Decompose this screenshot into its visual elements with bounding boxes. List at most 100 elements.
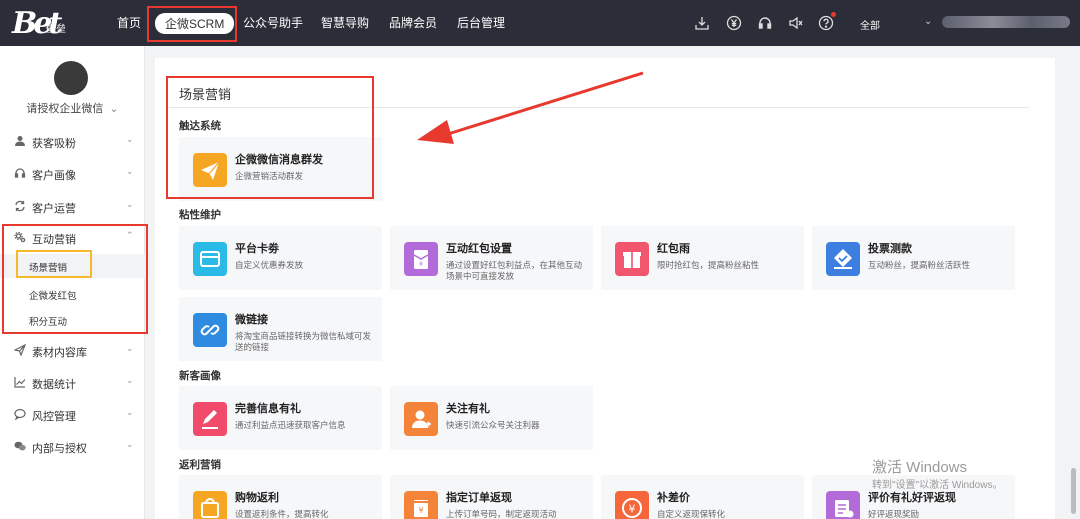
card-description: 通过利益点迅速获取客户信息 (235, 420, 346, 430)
card-description: 自定义返现保转化 (657, 509, 726, 519)
interactive-marketing-highlight-box (2, 224, 148, 334)
nav-home[interactable]: 首页 (117, 14, 141, 31)
card-red-packet-rain[interactable]: 红包雨 限时抢红包，提高粉丝粘性 (601, 226, 804, 290)
chevron-down-icon: ⌄ (126, 375, 134, 385)
wechat-icon (14, 440, 26, 452)
card-description: 自定义优惠券发放 (235, 260, 304, 270)
chevron-down-icon: ⌄ (126, 439, 134, 449)
card-description: 将淘宝商品链接转换为微信私域可发送的链接 (235, 331, 372, 352)
red-packet-icon: ¥ (404, 242, 438, 276)
svg-text:¥: ¥ (629, 503, 636, 516)
speaker-icon[interactable] (788, 15, 804, 31)
review-icon (826, 491, 860, 519)
card-title: 红包雨 (657, 243, 690, 255)
sidebar-item-customer-operation[interactable]: 客户运营 ⌄ (0, 195, 145, 219)
card-description: 快速引流公众号关注利器 (446, 420, 540, 430)
sidebar-item-customer-profile[interactable]: 客户画像 ⌄ (0, 162, 145, 186)
download-icon[interactable] (694, 15, 710, 31)
yuan-circle-icon[interactable] (726, 15, 742, 31)
company-selector[interactable]: 请授权企业微信 ⌄ (0, 100, 145, 116)
sidebar-item-label: 数据统计 (32, 379, 76, 391)
card-description: 通过设置好红包利益点，在其他互动场景中可直接发放 (446, 260, 583, 281)
section-label-stickiness: 粘性维护 (179, 209, 221, 221)
notification-dot (831, 12, 836, 17)
scrollbar-track[interactable] (1067, 46, 1080, 519)
section-label-rebate-marketing: 返利营销 (179, 459, 221, 471)
sidebar-item-content-library[interactable]: 素材内容库 ⌄ (0, 339, 145, 363)
nav-official-account-assistant[interactable]: 公众号助手 (243, 14, 303, 31)
sidebar-item-label: 内部与授权 (32, 443, 87, 455)
avatar[interactable] (54, 61, 88, 95)
chevron-down-icon: ⌄ (126, 134, 134, 144)
card-interactive-red-packet[interactable]: ¥ 互动红包设置 通过设置好红包利益点，在其他互动场景中可直接发放 (390, 226, 593, 290)
chevron-down-icon: ⌄ (126, 166, 134, 176)
chevron-down-icon: ⌄ (126, 407, 134, 417)
sidebar-item-acquire-fans[interactable]: 获客吸粉 ⌄ (0, 130, 145, 154)
nav-smart-shopping-guide[interactable]: 智慧导购 (321, 14, 369, 31)
sidebar-item-data-statistics[interactable]: 数据统计 ⌄ (0, 371, 145, 395)
shopping-bag-icon (193, 491, 227, 519)
card-description: 限时抢红包，提高粉丝粘性 (657, 260, 760, 270)
chevron-down-icon: ⌄ (126, 199, 134, 209)
card-title: 互动红包设置 (446, 243, 512, 255)
windows-activation-watermark: 激活 Windows 转到"设置"以激活 Windows。 (872, 456, 1002, 491)
sidebar-item-label: 客户画像 (32, 170, 76, 182)
chevron-down-icon[interactable]: ⌄ (924, 16, 932, 27)
card-title: 购物返利 (235, 492, 279, 504)
card-price-difference[interactable]: ¥ 补差价 自定义返现保转化 (601, 475, 804, 519)
company-label: 请授权企业微信 (26, 103, 104, 115)
sidebar-item-risk-control[interactable]: 风控管理 ⌄ (0, 403, 145, 427)
nav-admin[interactable]: 后台管理 (457, 14, 505, 31)
refresh-icon (14, 200, 26, 212)
svg-text:¥: ¥ (419, 261, 423, 268)
chart-icon (14, 376, 26, 388)
card-title: 关注有礼 (446, 403, 490, 415)
card-description: 上传订单号码，制定返现活动 (446, 509, 557, 519)
card-order-cashback[interactable]: ¥ 指定订单返现 上传订单号码，制定返现活动 (390, 475, 593, 519)
logo-subtitle: 壁垒 (46, 24, 66, 35)
card-description: 设置返利条件，提高转化 (235, 509, 329, 519)
brand-logo[interactable]: Bet 壁垒 (12, 6, 78, 41)
card-icon (193, 242, 227, 276)
headset-icon[interactable] (757, 15, 773, 31)
sidebar-item-label: 客户运营 (32, 203, 76, 215)
section-label-new-customer: 新客画像 (179, 370, 221, 382)
sidebar-item-label: 风控管理 (32, 411, 76, 423)
card-vote-test[interactable]: 投票测款 互动粉丝，提高粉丝活跃性 (812, 226, 1015, 290)
scrollbar-thumb[interactable] (1071, 468, 1076, 514)
scope-selector[interactable]: 全部 (860, 17, 880, 32)
sidebar-item-label: 素材内容库 (32, 347, 87, 359)
watermark-line1: 激活 Windows (872, 459, 968, 476)
edit-icon (193, 402, 227, 436)
headphone-icon (14, 167, 26, 179)
vote-icon (826, 242, 860, 276)
card-follow-gift[interactable]: 关注有礼 快速引流公众号关注利器 (390, 386, 593, 450)
follow-user-icon (404, 402, 438, 436)
sidebar-item-label: 获客吸粉 (32, 138, 76, 150)
card-micro-link[interactable]: 微链接 将淘宝商品链接转换为微信私域可发送的链接 (179, 297, 382, 361)
scene-marketing-highlight-box (16, 250, 92, 278)
card-title: 指定订单返现 (446, 492, 512, 504)
card-platform-coupon[interactable]: 平台卡劵 自定义优惠券发放 (179, 226, 382, 290)
card-shopping-rebate[interactable]: 购物返利 设置返利条件，提高转化 (179, 475, 382, 519)
sidebar-item-internal-authorization[interactable]: 内部与授权 ⌄ (0, 435, 145, 459)
chevron-down-icon: ⌄ (126, 343, 134, 353)
nav-brand-member[interactable]: 品牌会员 (389, 14, 437, 31)
link-icon (193, 313, 227, 347)
help-icon[interactable] (818, 15, 834, 31)
card-title: 完善信息有礼 (235, 403, 301, 415)
chat-bubble-icon (14, 408, 26, 420)
card-title: 微链接 (235, 314, 268, 326)
blurred-user-account[interactable] (942, 16, 1070, 28)
card-title: 投票测款 (868, 243, 912, 255)
card-title: 平台卡劵 (235, 243, 279, 255)
card-title: 评价有礼好评返现 (868, 492, 956, 504)
card-complete-info-gift[interactable]: 完善信息有礼 通过利益点迅速获取客户信息 (179, 386, 382, 450)
top-navigation-bar: Bet 壁垒 首页 企微SCRM 公众号助手 智慧导购 品牌会员 后台管理 全部… (0, 0, 1080, 46)
order-icon: ¥ (404, 491, 438, 519)
card-title: 补差价 (657, 492, 690, 504)
yuan-icon: ¥ (615, 491, 649, 519)
user-icon (14, 135, 26, 147)
svg-text:¥: ¥ (418, 506, 423, 515)
watermark-line2: 转到"设置"以激活 Windows。 (872, 480, 1003, 491)
